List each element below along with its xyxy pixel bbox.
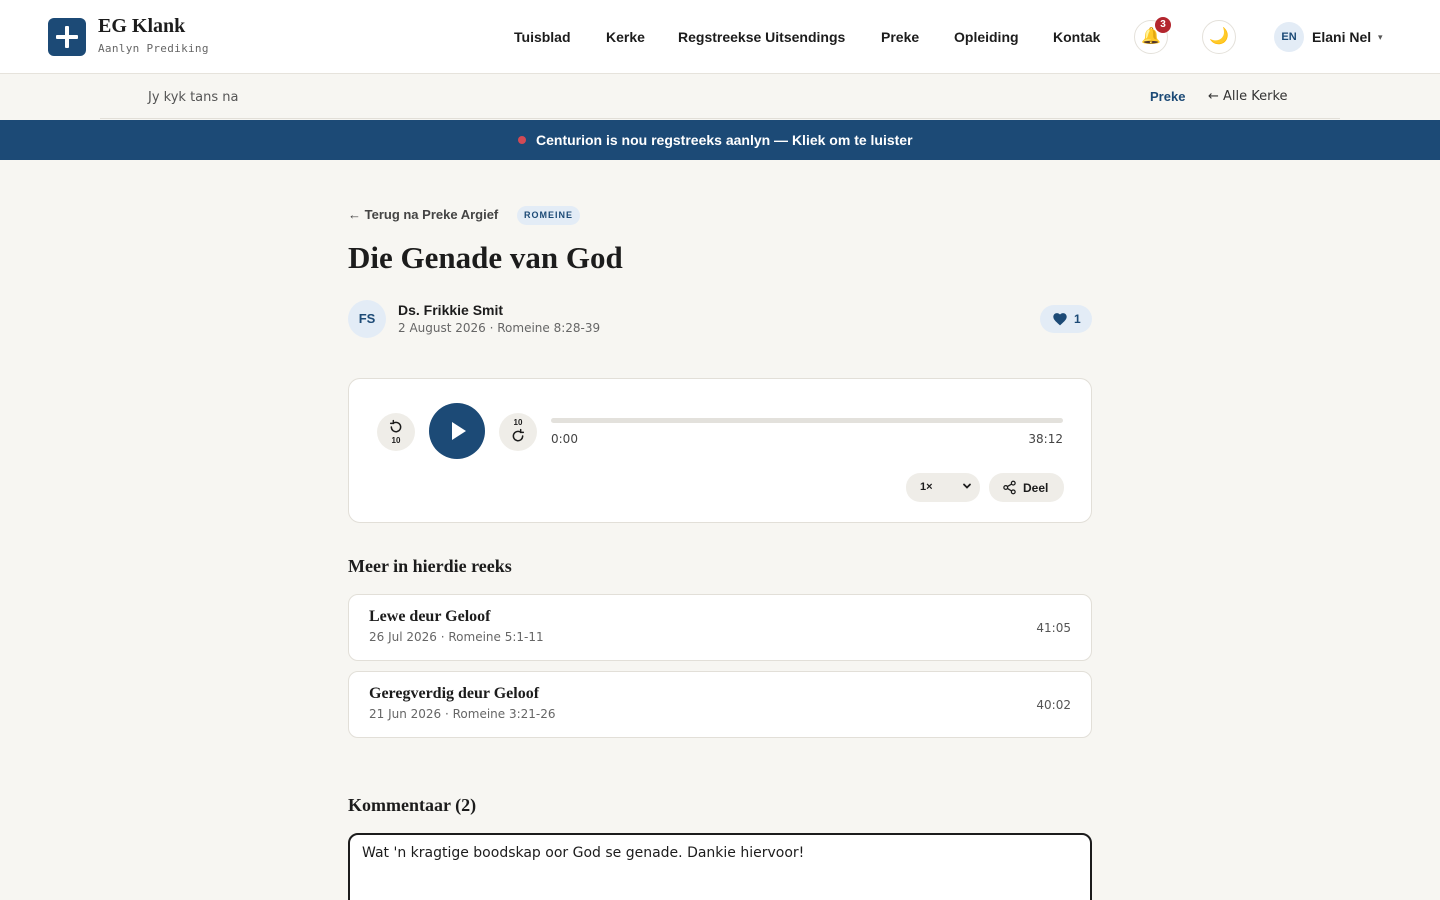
moon-icon: 🌙: [1209, 28, 1229, 45]
forward-icon: [512, 428, 525, 442]
page-title: Die Genade van God: [348, 240, 623, 275]
user-avatar[interactable]: EN: [1274, 22, 1304, 52]
rewind-seconds: 10: [391, 436, 401, 445]
total-time: 38:12: [1028, 432, 1063, 446]
user-menu-name[interactable]: Elani Nel: [1312, 29, 1371, 45]
rewind-10-button[interactable]: 10: [377, 413, 415, 451]
speed-value: 1×: [920, 481, 933, 493]
play-icon: [452, 422, 466, 440]
book-tag: ROMEINE: [517, 206, 581, 225]
current-time: 0:00: [551, 432, 578, 446]
share-icon: [1003, 480, 1016, 495]
live-banner-text[interactable]: Centurion is nou regstreeks aanlyn — Kli…: [536, 132, 913, 148]
list-item-title[interactable]: Lewe deur Geloof: [369, 608, 490, 626]
like-count: 1: [1074, 312, 1081, 326]
rewind-icon: [389, 419, 402, 433]
share-button[interactable]: Deel: [989, 473, 1064, 502]
live-banner[interactable]: Centurion is nou regstreeks aanlyn — Kli…: [0, 120, 1440, 160]
heart-icon: [1053, 313, 1067, 326]
site-header: EG Klank Aanlyn Prediking Tuisblad Kerke…: [0, 0, 1440, 74]
list-item-meta: 21 Jun 2026 · Romeine 3:21-26: [369, 707, 556, 721]
play-button[interactable]: [429, 403, 485, 459]
context-bar: Jy kyk tans na Preke ← Alle Kerke: [100, 75, 1340, 119]
preacher-name: Ds. Frikkie Smit: [398, 302, 504, 318]
list-item-meta: 26 Jul 2026 · Romeine 5:1-11: [369, 630, 544, 644]
back-to-archive-link[interactable]: ← Terug na Preke Argief: [348, 207, 498, 222]
chevron-down-icon: [963, 483, 971, 489]
comment-input[interactable]: Wat 'n kragtige boodskap oor God se gena…: [348, 833, 1092, 900]
all-churches-link[interactable]: ← Alle Kerke: [1208, 89, 1288, 104]
nav-item-opleiding[interactable]: Opleiding: [954, 29, 1019, 45]
list-item-title[interactable]: Geregverdig deur Geloof: [369, 685, 539, 703]
series-heading: Meer in hierdie reeks: [348, 556, 512, 576]
nav-item-tuisblad[interactable]: Tuisblad: [514, 29, 571, 45]
brand-name[interactable]: EG Klank: [98, 15, 185, 38]
list-item[interactable]: Lewe deur Geloof 26 Jul 2026 · Romeine 5…: [348, 594, 1092, 661]
forward-seconds: 10: [513, 418, 523, 427]
nav-item-preke[interactable]: Preke: [881, 29, 919, 45]
nav-item-kerke[interactable]: Kerke: [606, 29, 645, 45]
share-label: Deel: [1023, 481, 1049, 495]
like-button[interactable]: 1: [1040, 305, 1092, 333]
brand-subtitle: Aanlyn Prediking: [98, 42, 209, 55]
viewing-label: Jy kyk tans na: [148, 90, 239, 105]
audio-player: 10 10 0:00 38:12 1× Deel: [348, 378, 1092, 523]
comments-heading: Kommentaar (2): [348, 795, 477, 815]
playback-speed-select[interactable]: 1×: [906, 473, 980, 502]
list-item-duration: 40:02: [1036, 698, 1071, 712]
forward-10-button[interactable]: 10: [499, 413, 537, 451]
nav-item-kontak[interactable]: Kontak: [1053, 29, 1100, 45]
cross-logo-icon[interactable]: [48, 18, 86, 56]
sermon-meta: 2 August 2026 · Romeine 8:28-39: [398, 321, 601, 335]
notification-count-badge: 3: [1155, 17, 1171, 33]
chevron-down-icon[interactable]: ▾: [1378, 32, 1383, 43]
current-section-link[interactable]: Preke: [1150, 89, 1185, 104]
list-item[interactable]: Geregverdig deur Geloof 21 Jun 2026 · Ro…: [348, 671, 1092, 738]
progress-slider[interactable]: [551, 418, 1063, 423]
live-dot-icon: [518, 136, 526, 144]
nav-item-regstreekse-uitsendings[interactable]: Regstreekse Uitsendings: [678, 29, 845, 45]
list-item-duration: 41:05: [1036, 621, 1071, 635]
theme-toggle-button[interactable]: 🌙: [1202, 20, 1236, 54]
preacher-avatar: FS: [348, 300, 386, 338]
